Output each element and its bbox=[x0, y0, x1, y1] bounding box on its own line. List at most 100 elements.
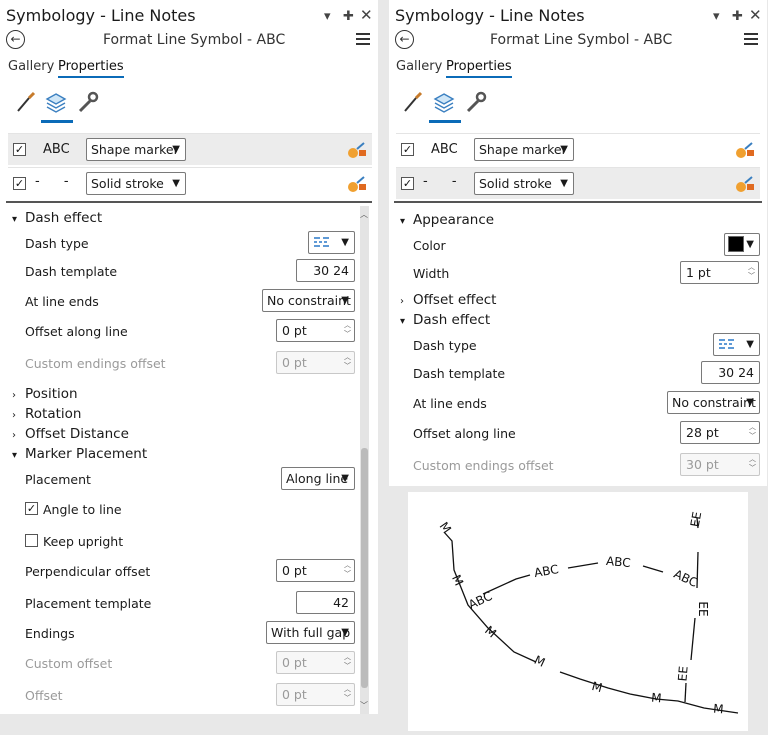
layer-type-value: Shape marker bbox=[479, 142, 567, 157]
custom-endings-input: 0 pt ︿ ﹀ bbox=[276, 351, 355, 374]
placement-label: Placement bbox=[25, 472, 91, 487]
chevron-down-icon[interactable]: ▾ bbox=[324, 9, 331, 24]
angle-to-line-label: Angle to line bbox=[43, 502, 122, 517]
back-icon[interactable]: ← bbox=[6, 30, 25, 49]
layer-visible-checkbox[interactable]: ✓ bbox=[401, 143, 414, 156]
dash-type-select[interactable]: ▼ bbox=[308, 231, 355, 254]
menu-icon[interactable] bbox=[744, 33, 758, 48]
color-swatch bbox=[728, 236, 744, 252]
tab-properties[interactable]: Properties bbox=[58, 59, 124, 78]
tab-gallery[interactable]: Gallery bbox=[396, 59, 442, 76]
at-line-ends-label: At line ends bbox=[413, 396, 487, 411]
custom-offset-label: Custom offset bbox=[25, 656, 113, 671]
layers-icon[interactable] bbox=[44, 90, 68, 114]
layer-visible-checkbox[interactable]: ✓ bbox=[13, 177, 26, 190]
custom-offset-input: 0 pt ︿ ﹀ bbox=[276, 651, 355, 674]
dash-pattern-icon bbox=[719, 339, 734, 349]
endings-select[interactable]: With full gap ▼ bbox=[266, 621, 355, 644]
custom-endings-label: Custom endings offset bbox=[413, 458, 554, 473]
wrench-icon[interactable] bbox=[464, 90, 488, 114]
layer-row-marker[interactable]: ✓ ABC Shape marker ▼ bbox=[8, 133, 372, 165]
offset-along-input[interactable]: 0 pt ︿ ﹀ bbox=[276, 319, 355, 342]
at-line-ends-value: No constraint bbox=[267, 293, 351, 308]
angle-to-line-checkbox[interactable]: ✓ bbox=[25, 502, 38, 515]
section-offset-distance[interactable]: › Offset Distance bbox=[12, 426, 129, 442]
dash-template-input[interactable]: 30 24 bbox=[701, 361, 760, 384]
pin-icon[interactable]: ✚ bbox=[343, 9, 354, 24]
symbol-lock-icon[interactable] bbox=[734, 139, 756, 161]
layer-row-stroke[interactable]: ✓ - - Solid stroke ▼ bbox=[396, 167, 760, 199]
tab-gallery[interactable]: Gallery bbox=[8, 59, 54, 76]
scroll-up-icon[interactable]: ︿ bbox=[360, 209, 368, 220]
menu-icon[interactable] bbox=[356, 33, 370, 48]
scrollbar-thumb[interactable] bbox=[361, 448, 368, 688]
placement-value: Along line bbox=[286, 471, 349, 486]
brush-icon[interactable] bbox=[401, 90, 425, 114]
dash-template-input[interactable]: 30 24 bbox=[296, 259, 355, 282]
at-line-ends-select[interactable]: No constraint ▼ bbox=[667, 391, 760, 414]
divider bbox=[394, 201, 762, 203]
layer-type-value: Solid stroke bbox=[479, 176, 552, 191]
pane-subtitle: Format Line Symbol - ABC bbox=[490, 32, 673, 48]
left-pane: Symbology - Line Notes ▾ ✚ ✕ ← Format Li… bbox=[0, 0, 378, 714]
brush-icon[interactable] bbox=[14, 90, 38, 114]
custom-endings-label: Custom endings offset bbox=[25, 356, 166, 371]
layer-visible-checkbox[interactable]: ✓ bbox=[13, 143, 26, 156]
at-line-ends-select[interactable]: No constraint ▼ bbox=[262, 289, 355, 312]
placement-template-input[interactable]: 42 bbox=[296, 591, 355, 614]
layer-type-select[interactable]: Shape marker ▼ bbox=[86, 138, 186, 161]
offset-along-input[interactable]: 28 pt ︿ ﹀ bbox=[680, 421, 760, 444]
layer-row-marker[interactable]: ✓ ABC Shape marker ▼ bbox=[396, 133, 760, 165]
section-dash-effect[interactable]: ▾ Dash effect bbox=[400, 312, 490, 328]
preview-label: M bbox=[651, 691, 663, 706]
section-offset-effect[interactable]: › Offset effect bbox=[400, 292, 496, 308]
perp-offset-label: Perpendicular offset bbox=[25, 564, 151, 579]
layer-type-select[interactable]: Solid stroke ▼ bbox=[474, 172, 574, 195]
preview-label: EE bbox=[696, 601, 710, 616]
symbol-lock-icon[interactable] bbox=[734, 173, 756, 195]
scroll-down-icon[interactable]: ﹀ bbox=[360, 700, 368, 711]
width-input[interactable]: 1 pt ︿ ﹀ bbox=[680, 261, 759, 284]
chevron-down-icon[interactable]: ▾ bbox=[713, 9, 720, 24]
layer-row-stroke[interactable]: ✓ - - Solid stroke ▼ bbox=[8, 167, 372, 199]
keep-upright-checkbox[interactable] bbox=[25, 534, 38, 547]
section-rotation[interactable]: › Rotation bbox=[12, 406, 81, 422]
layer-name: - - bbox=[35, 174, 79, 189]
spinner-icon[interactable]: ︿ ﹀ bbox=[344, 561, 351, 579]
layer-type-value: Solid stroke bbox=[91, 176, 164, 191]
layers-icon[interactable] bbox=[432, 90, 456, 114]
symbol-lock-icon[interactable] bbox=[346, 173, 368, 195]
color-picker[interactable]: ▼ bbox=[724, 233, 760, 256]
preview-label: ABC bbox=[466, 589, 494, 612]
symbol-preview: M M ABC ABC ABC ABC M M M M M EE EE EE bbox=[408, 492, 748, 731]
layer-name: - - bbox=[423, 174, 467, 189]
pin-icon[interactable]: ✚ bbox=[732, 9, 743, 24]
wrench-icon[interactable] bbox=[76, 90, 100, 114]
pane-title: Symbology - Line Notes bbox=[395, 6, 585, 25]
dash-pattern-icon bbox=[314, 237, 329, 247]
section-position[interactable]: › Position bbox=[12, 386, 78, 402]
divider bbox=[6, 201, 372, 203]
placement-select[interactable]: Along line ▼ bbox=[281, 467, 355, 490]
close-icon[interactable]: ✕ bbox=[360, 6, 373, 24]
spinner-icon[interactable]: ︿ ﹀ bbox=[748, 263, 755, 281]
tab-properties[interactable]: Properties bbox=[446, 59, 512, 78]
symbol-lock-icon[interactable] bbox=[346, 139, 368, 161]
spinner-icon[interactable]: ︿ ﹀ bbox=[344, 321, 351, 339]
layer-visible-checkbox[interactable]: ✓ bbox=[401, 177, 414, 190]
preview-label: ABC bbox=[533, 562, 560, 580]
preview-label: M bbox=[437, 519, 454, 536]
endings-value: With full gap bbox=[271, 625, 351, 640]
section-dash-effect[interactable]: ▾ Dash effect bbox=[12, 210, 102, 226]
layer-type-select[interactable]: Shape marker ▼ bbox=[474, 138, 574, 161]
dash-template-label: Dash template bbox=[413, 366, 506, 381]
dash-type-select[interactable]: ▼ bbox=[713, 333, 760, 356]
back-icon[interactable]: ← bbox=[395, 30, 414, 49]
perp-offset-input[interactable]: 0 pt ︿ ﹀ bbox=[276, 559, 355, 582]
close-icon[interactable]: ✕ bbox=[749, 6, 762, 24]
layer-type-select[interactable]: Solid stroke ▼ bbox=[86, 172, 186, 195]
section-marker-placement[interactable]: ▾ Marker Placement bbox=[12, 446, 147, 462]
section-appearance[interactable]: ▾ Appearance bbox=[400, 212, 494, 228]
spinner-icon[interactable]: ︿ ﹀ bbox=[749, 423, 756, 441]
at-line-ends-value: No constraint bbox=[672, 395, 756, 410]
